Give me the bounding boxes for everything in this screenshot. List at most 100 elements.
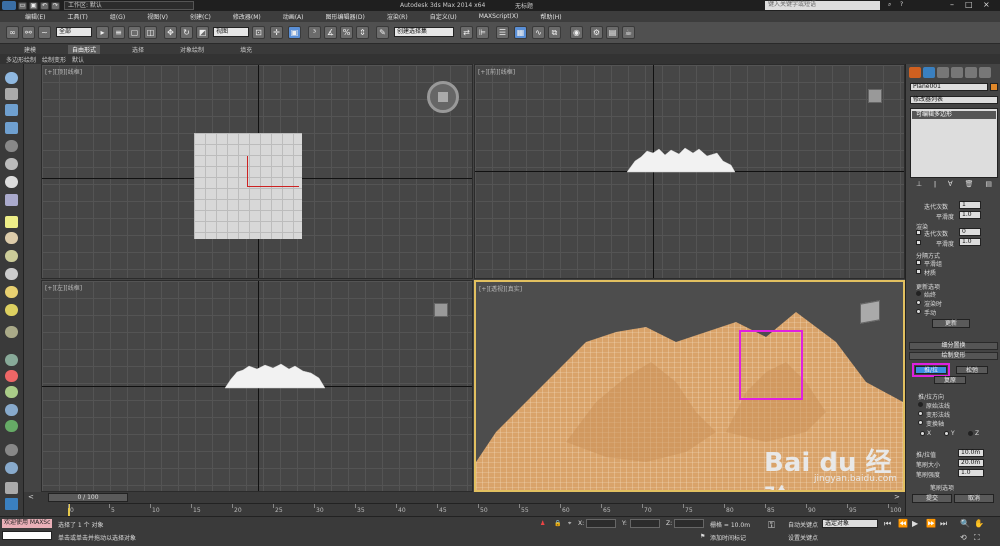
keyboard-shortcut-override-icon[interactable]: ▣ [288, 26, 301, 39]
z-coordinate-field[interactable] [674, 519, 704, 528]
create-panel-icon[interactable] [909, 67, 921, 78]
viewport-layout-icon[interactable] [5, 498, 18, 510]
save-file-icon[interactable]: ▣ [29, 1, 38, 10]
ribbon-defaults[interactable]: 默认 [72, 55, 84, 64]
edit-named-selection-icon[interactable]: ✎ [376, 26, 389, 39]
pin-stack-icon[interactable]: ⊥ [916, 180, 922, 190]
menu-edit[interactable]: 编辑(E) [25, 12, 45, 21]
modifier-list-dropdown[interactable]: 修改器列表 [910, 96, 998, 104]
menu-graph-editors[interactable]: 图形编辑器(D) [326, 12, 365, 21]
axis-x-radio[interactable] [920, 431, 925, 436]
unlink-icon[interactable]: ⚯ [22, 26, 35, 39]
update-manually-radio[interactable] [916, 309, 921, 314]
render-setup-icon[interactable]: ⚙ [590, 26, 603, 39]
zoom-icon[interactable]: 🔍 [960, 519, 970, 528]
selection-filter-dropdown[interactable]: 全部 [56, 27, 92, 37]
close-icon[interactable]: × [983, 0, 990, 9]
orbit-icon[interactable]: ⟲ [960, 533, 967, 542]
create-camera-icon[interactable] [5, 444, 18, 456]
select-manipulate-icon[interactable]: ✛ [270, 26, 283, 39]
tab-populate[interactable]: 填充 [236, 45, 256, 54]
tab-modeling[interactable]: 建模 [20, 45, 40, 54]
modifier-stack-item[interactable]: 可编辑多边形 [912, 111, 996, 119]
viewcube-perspective-icon[interactable] [860, 300, 880, 324]
search-icon[interactable]: ⌕ [888, 1, 891, 9]
select-by-name-icon[interactable]: ≡ [112, 26, 125, 39]
original-normals-radio[interactable] [918, 402, 923, 407]
smoothing-groups-checkbox[interactable] [916, 260, 921, 265]
create-sphere-icon[interactable] [5, 72, 18, 84]
maxscript-input[interactable] [2, 531, 52, 540]
help-icon[interactable]: ? [900, 1, 903, 8]
bind-space-warp-icon[interactable]: ~ [38, 26, 51, 39]
rollout-subdivision-displacement[interactable]: 细分置换 [909, 342, 998, 350]
maximize-viewport-icon[interactable]: ⛶ [974, 533, 980, 543]
create-chamfer-box-icon[interactable] [5, 250, 18, 262]
create-space-warp-icon[interactable] [5, 404, 18, 416]
next-frame-icon[interactable]: ⏩ [926, 519, 936, 528]
create-torus-icon[interactable] [5, 176, 18, 188]
graphite-tools-icon[interactable]: ▦ [514, 26, 527, 39]
menu-modifiers[interactable]: 修改器(M) [233, 12, 261, 21]
menu-create[interactable]: 创建(C) [190, 12, 211, 21]
key-filter-dropdown[interactable]: 选定对象 [822, 519, 878, 528]
rotate-icon[interactable]: ↻ [180, 26, 193, 39]
materials-checkbox[interactable] [916, 269, 921, 274]
go-to-start-icon[interactable]: ⏮ [884, 519, 891, 529]
viewport-front[interactable]: [+][前][线框] [474, 64, 905, 279]
render-production-icon[interactable]: ☕ [622, 26, 635, 39]
align-icon[interactable]: ⊫ [476, 26, 489, 39]
angle-snap-icon[interactable]: ∡ [324, 26, 337, 39]
commit-button[interactable]: 提交 [912, 494, 952, 503]
create-tree-icon[interactable] [5, 420, 18, 432]
create-tube-icon[interactable] [5, 194, 18, 206]
viewport-top-label[interactable]: [+][顶][线框] [45, 67, 82, 76]
modify-panel-icon[interactable] [923, 67, 935, 78]
isolate-selection-icon[interactable]: ♟ [540, 520, 545, 527]
create-misc-icon[interactable] [5, 482, 18, 494]
render-iterations-checkbox[interactable] [916, 230, 921, 235]
render-smooth-checkbox[interactable] [916, 240, 921, 245]
viewport-perspective[interactable]: [+][透视][真实] Bai du 经验 jingyan.baidu.com [474, 280, 905, 492]
scale-icon[interactable]: ◩ [196, 26, 209, 39]
menu-animation[interactable]: 动画(A) [283, 12, 304, 21]
play-icon[interactable]: ▶ [912, 519, 918, 528]
search-input[interactable]: 键入关键字或短语 [765, 1, 880, 10]
material-editor-icon[interactable]: ◉ [570, 26, 583, 39]
minimize-icon[interactable]: – [950, 0, 954, 9]
create-geosphere-icon[interactable] [5, 158, 18, 170]
relax-button[interactable]: 松弛 [956, 366, 988, 374]
brush-size-field[interactable]: 20.0m [958, 459, 984, 467]
deformed-normals-radio[interactable] [918, 411, 923, 416]
create-tile-icon[interactable] [5, 216, 18, 228]
create-bend-icon[interactable] [5, 386, 18, 398]
tab-freeform[interactable]: 自由形式 [68, 44, 101, 54]
update-always-radio[interactable] [916, 291, 921, 296]
create-light-icon[interactable] [5, 286, 18, 298]
undo-icon[interactable]: ↶ [40, 1, 49, 10]
set-key-button[interactable]: 设置关键点 [788, 533, 818, 542]
make-unique-icon[interactable]: ∀ [948, 180, 953, 190]
tab-selection[interactable]: 选择 [128, 45, 148, 54]
maximize-icon[interactable]: □ [965, 0, 973, 9]
create-plane-icon[interactable] [5, 104, 18, 116]
timeline-track[interactable]: 0 5 10 15 20 25 30 35 40 45 50 55 60 65 70 75 80 85 90 95 10… [68, 503, 901, 516]
push-pull-button[interactable]: 推/拉 [915, 366, 947, 374]
reference-coordinate-dropdown[interactable]: 视图 [213, 27, 249, 37]
menu-tools[interactable]: 工具(T) [67, 12, 87, 21]
viewcube-front-icon[interactable] [868, 89, 882, 103]
create-hedra-icon[interactable] [5, 232, 18, 244]
viewport-left[interactable]: [+][左][线框] [41, 280, 473, 492]
create-helper-icon[interactable] [5, 370, 18, 382]
add-time-tag-icon[interactable]: ⚑ [700, 533, 705, 540]
viewport-top[interactable]: [+][顶][线框] [41, 64, 473, 279]
curve-editor-icon[interactable]: ∿ [532, 26, 545, 39]
add-time-tag[interactable]: 添加时间标记 [710, 533, 746, 542]
menu-customize[interactable]: 自定义(U) [430, 12, 457, 21]
transform-axis-radio[interactable] [918, 420, 923, 425]
ribbon-paint-deform[interactable]: 绘制变形 [42, 55, 66, 64]
time-slider-left-arrow-icon[interactable]: < [28, 493, 34, 501]
time-slider[interactable]: 0 / 100 [48, 493, 128, 502]
select-object-icon[interactable]: ▸ [96, 26, 109, 39]
rollout-paint-deformation[interactable]: 绘制变形 [909, 352, 998, 360]
